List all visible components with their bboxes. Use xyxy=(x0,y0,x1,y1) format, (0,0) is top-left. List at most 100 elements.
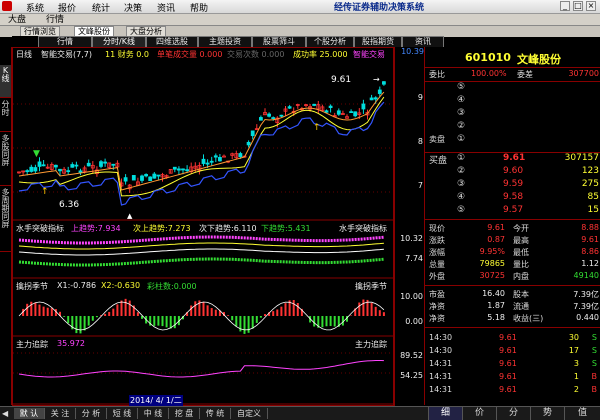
candle-body xyxy=(172,166,177,170)
trade-time: 14:31 xyxy=(429,372,453,381)
fundamental-row: 市盈 16.40 股本 7.39亿 xyxy=(425,289,600,301)
menu-stats[interactable]: 统计 xyxy=(92,1,110,14)
fund-value: 0.440 xyxy=(576,313,599,322)
axis-ind2-top: 10.32 xyxy=(400,234,423,243)
right-tab-value[interactable]: 值 xyxy=(564,407,600,420)
nav-tab-market[interactable]: 大盘 xyxy=(8,15,26,25)
bottom-tab-custom[interactable]: 自定义 xyxy=(231,408,268,419)
chart-tab-4d[interactable]: 四维选股 xyxy=(146,36,198,47)
menu-system[interactable]: 系统 xyxy=(26,1,44,14)
sell-label: 卖盘 xyxy=(429,135,445,144)
menu-quote[interactable]: 报价 xyxy=(58,1,76,14)
quote-key: 总量 xyxy=(429,260,445,269)
candle-body xyxy=(103,161,107,164)
right-tab-detail[interactable]: 细 xyxy=(428,407,462,420)
candle-body xyxy=(99,161,103,167)
side-tab-kline[interactable]: K线 xyxy=(0,65,11,98)
bottom-tab-dig[interactable]: 挖 盘 xyxy=(169,408,200,419)
chart-tab-filter[interactable]: 股票筛斗 xyxy=(252,36,306,47)
candle-body xyxy=(29,166,34,172)
menu-decision[interactable]: 决策 xyxy=(124,1,142,14)
bottom-tab-traditional[interactable]: 传 统 xyxy=(200,408,231,419)
right-tab-trend[interactable]: 势 xyxy=(530,407,564,420)
candle-body xyxy=(111,163,116,166)
oscillator-line xyxy=(18,301,385,331)
candle-body xyxy=(279,114,284,117)
right-tab-distribution[interactable]: 分 xyxy=(496,407,530,420)
chart-tab-futures[interactable]: 股指期货 xyxy=(354,36,402,47)
buy-level-2-price: 9.60 xyxy=(503,166,524,176)
ind4-value: 35.972 xyxy=(57,339,85,348)
quote-key: 最低 xyxy=(513,248,529,257)
candle-body xyxy=(238,153,243,158)
candle-body xyxy=(144,174,149,177)
candle-body xyxy=(156,174,161,177)
trade-direction: S xyxy=(591,333,597,342)
chart-tab-quotes[interactable]: 行情 xyxy=(38,36,92,47)
chart-tab-theme[interactable]: 主题投资 xyxy=(198,36,252,47)
trade-row: 14:31 9.61 3 S xyxy=(425,359,600,371)
chart-tab-kline[interactable]: 分时/K线 xyxy=(92,36,146,47)
candle-body xyxy=(86,162,91,167)
ind3-item-1: X1:-0.786 xyxy=(57,281,97,290)
side-tab-multi-stock[interactable]: 多股同屏 xyxy=(0,133,11,186)
chart-area[interactable]: ▼ ↑ ↑ ▲ → 日线 智能交易(7,7) 11 财务 0.0 单笔成交量 0.000… xyxy=(12,47,394,406)
sell-level-4: ④ xyxy=(457,95,466,105)
fundamental-row: 净资 5.18 收益(三) 0.440 xyxy=(425,313,600,325)
chart-tab-news[interactable]: 资讯 xyxy=(402,36,444,47)
chart-tab-row: 行情 分时/K线 四维选股 主题投资 股票筛斗 个股分析 股指期货 资讯 xyxy=(12,36,444,47)
axis-ind2-bottom: 7.74 xyxy=(405,254,423,263)
candle-body xyxy=(312,103,317,106)
menu-info[interactable]: 资讯 xyxy=(157,1,175,14)
menu-help[interactable]: 帮助 xyxy=(190,1,208,14)
side-tab-intraday[interactable]: 分时 xyxy=(0,99,11,132)
maximize-icon[interactable]: □ xyxy=(573,1,583,11)
candle-body xyxy=(258,117,263,121)
main-force-line xyxy=(18,360,384,378)
bottom-tab-short[interactable]: 短 线 xyxy=(107,408,138,419)
quote-value: 9.95% xyxy=(479,247,505,256)
close-icon[interactable]: × xyxy=(586,1,596,11)
indicator-name[interactable]: 智能交易(7,7) xyxy=(41,49,92,60)
trade-volume: 3 xyxy=(573,359,579,368)
tick-trades[interactable]: 14:30 9.61 30 S 14:30 9.61 17 S 14:31 9.61 3 S 14:31… xyxy=(425,331,600,401)
order-ratio-label: 委比 xyxy=(429,70,445,79)
bottom-tab-default[interactable]: 默 认 xyxy=(14,408,45,419)
quote-value: 30725 xyxy=(479,271,505,280)
chart-tab-stock-analysis[interactable]: 个股分析 xyxy=(306,36,354,47)
candle-body xyxy=(41,164,46,167)
nav-tab-quotes[interactable]: 行情 xyxy=(46,15,64,25)
quote-row: 外盘 30725 内盘 49140 xyxy=(425,271,600,283)
bottom-tab-analysis[interactable]: 分 析 xyxy=(76,408,107,419)
cursor-date: 2014/ 4/ 1/二 xyxy=(129,395,183,406)
ind2-item-1: 上趋势:7.934 xyxy=(71,224,121,233)
sell-book: 卖盘 ⑤ ④ ③ ② ① xyxy=(425,82,600,153)
quote-block: 现价 9.61 今开 8.88 涨跌 0.87 最高 9.61 涨幅 9.95% 最低 8.86 总量 7… xyxy=(425,221,600,286)
trade-row: 14:30 9.61 17 S xyxy=(425,346,600,358)
trade-direction: S xyxy=(591,346,597,355)
ind3-item-3: 彩柱数:0.000 xyxy=(147,282,197,291)
candle-body xyxy=(176,168,181,171)
app-logo-icon xyxy=(2,1,12,11)
bottom-arrow-icon[interactable]: ◀ xyxy=(2,409,8,418)
nav-tab-row: 大盘 行情 xyxy=(0,14,600,26)
candle-body xyxy=(267,113,272,117)
fund-key: 净资 xyxy=(429,302,445,311)
quote-key: 涨跌 xyxy=(429,236,445,245)
ind2-item-3: 次下趋势:6.110 xyxy=(199,224,257,233)
bottom-tab-medium[interactable]: 中 线 xyxy=(138,408,169,419)
side-tab-multi-period[interactable]: 多周期同屏 xyxy=(0,187,11,252)
fund-key: 净资 xyxy=(429,314,445,323)
quote-key: 现价 xyxy=(429,224,445,233)
quote-value: 8.88 xyxy=(581,223,599,232)
legend-5: 智能交易 xyxy=(353,50,385,59)
trade-price: 9.61 xyxy=(499,372,517,381)
right-tab-price[interactable]: 价 xyxy=(462,407,496,420)
stock-header: 601010 文峰股份 xyxy=(425,47,600,68)
quote-key: 内盘 xyxy=(513,272,529,281)
bottom-tab-watch[interactable]: 关 注 xyxy=(45,408,76,419)
trade-time: 14:31 xyxy=(429,359,453,368)
minimize-icon[interactable]: _ xyxy=(560,1,570,11)
buy-level-4-price: 9.58 xyxy=(503,192,524,202)
period-label[interactable]: 日线 xyxy=(16,49,32,60)
